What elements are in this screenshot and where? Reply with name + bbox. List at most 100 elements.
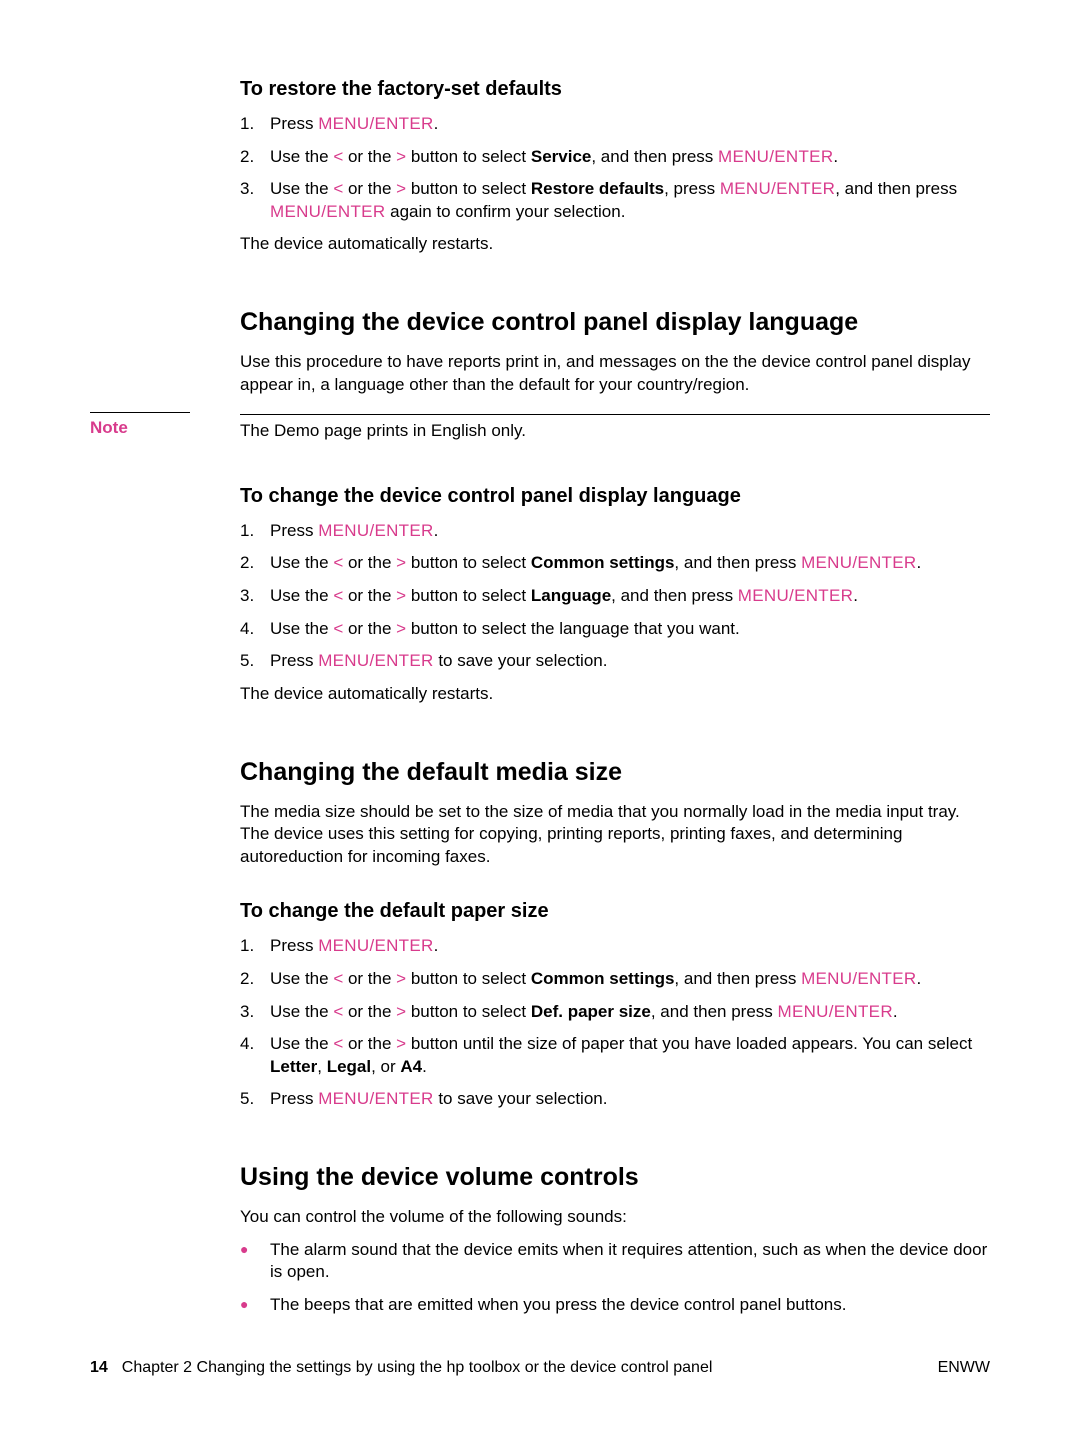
- text: .: [916, 553, 921, 572]
- text-bold: A4: [400, 1057, 422, 1076]
- menu-enter-key: MENU/ENTER: [801, 553, 916, 572]
- text: Use the: [270, 969, 333, 988]
- list-item: Use the < or the > button until the size…: [240, 1033, 990, 1078]
- menu-enter-key: MENU/ENTER: [801, 969, 916, 988]
- text: , or: [371, 1057, 400, 1076]
- text: , and then press: [674, 969, 801, 988]
- list-item: Use the < or the > button to select Lang…: [240, 585, 990, 608]
- text: Use the: [270, 1002, 333, 1021]
- menu-enter-key: MENU/ENTER: [718, 147, 833, 166]
- text: or the: [343, 147, 396, 166]
- text: button to select: [406, 586, 531, 605]
- paragraph: The device automatically restarts.: [240, 683, 990, 706]
- text: Use the: [270, 619, 333, 638]
- menu-enter-key: MENU/ENTER: [720, 179, 835, 198]
- text-bold: Common settings: [531, 969, 675, 988]
- text: or the: [343, 586, 396, 605]
- note-text: The Demo page prints in English only.: [240, 414, 990, 443]
- chapter-label: Chapter 2 Changing the settings by using…: [122, 1359, 713, 1377]
- menu-enter-key: MENU/ENTER: [318, 521, 433, 540]
- text: or the: [343, 969, 396, 988]
- heading-volume-controls: Using the device volume controls: [240, 1163, 990, 1192]
- menu-enter-key: MENU/ENTER: [778, 1002, 893, 1021]
- text: Press: [270, 521, 318, 540]
- text: or the: [343, 179, 396, 198]
- footer-right: ENWW: [938, 1359, 990, 1377]
- text: .: [916, 969, 921, 988]
- list-item: Use the < or the > button to select Rest…: [240, 178, 990, 223]
- right-arrow-key: >: [396, 1002, 406, 1021]
- text: button to select: [406, 147, 531, 166]
- text: or the: [343, 619, 396, 638]
- text: button to select the language that you w…: [406, 619, 740, 638]
- text: button to select: [406, 179, 531, 198]
- list-change-paper-size: Press MENU/ENTER. Use the < or the > but…: [240, 935, 990, 1111]
- menu-enter-key: MENU/ENTER: [318, 114, 433, 133]
- text: to save your selection.: [434, 651, 608, 670]
- text: ,: [317, 1057, 326, 1076]
- text-bold: Service: [531, 147, 592, 166]
- page-footer: 14 Chapter 2 Changing the settings by us…: [90, 1359, 990, 1377]
- text-bold: Language: [531, 586, 611, 605]
- text: .: [853, 586, 858, 605]
- text: again to confirm your selection.: [385, 202, 625, 221]
- heading-to-change-language: To change the device control panel displ…: [240, 485, 990, 508]
- heading-change-media-size: Changing the default media size: [240, 758, 990, 787]
- text: , press: [664, 179, 720, 198]
- right-arrow-key: >: [396, 553, 406, 572]
- list-item: Use the < or the > button to select Comm…: [240, 968, 990, 991]
- text: , and then press: [651, 1002, 778, 1021]
- text: Press: [270, 936, 318, 955]
- page-container: To restore the factory-set defaults Pres…: [0, 0, 1080, 1386]
- text: or the: [343, 553, 396, 572]
- list-item: Press MENU/ENTER.: [240, 520, 990, 543]
- left-arrow-key: <: [333, 147, 343, 166]
- list-restore-defaults: Press MENU/ENTER. Use the < or the > but…: [240, 113, 990, 223]
- text-bold: Letter: [270, 1057, 317, 1076]
- left-arrow-key: <: [333, 1034, 343, 1053]
- left-arrow-key: <: [333, 619, 343, 638]
- left-arrow-key: <: [333, 1002, 343, 1021]
- text: button to select: [406, 969, 531, 988]
- text: , and then press: [674, 553, 801, 572]
- text: or the: [343, 1034, 396, 1053]
- list-item: Use the < or the > button to select Def.…: [240, 1001, 990, 1024]
- list-item: Use the < or the > button to select Comm…: [240, 552, 990, 575]
- paragraph: The media size should be set to the size…: [240, 801, 990, 869]
- text: , and then press: [591, 147, 718, 166]
- text: Use the: [270, 586, 333, 605]
- right-arrow-key: >: [396, 1034, 406, 1053]
- page-number: 14: [90, 1359, 108, 1377]
- text: Press: [270, 1089, 318, 1108]
- paragraph: You can control the volume of the follow…: [240, 1206, 990, 1229]
- text-bold: Def. paper size: [531, 1002, 651, 1021]
- left-arrow-key: <: [333, 586, 343, 605]
- text-bold: Restore defaults: [531, 179, 664, 198]
- text: button to select: [406, 553, 531, 572]
- list-volume-sounds: The alarm sound that the device emits wh…: [240, 1239, 990, 1317]
- text-bold: Legal: [327, 1057, 371, 1076]
- heading-change-display-language: Changing the device control panel displa…: [240, 308, 990, 337]
- text: , and then press: [611, 586, 738, 605]
- text: Use the: [270, 553, 333, 572]
- list-change-language: Press MENU/ENTER. Use the < or the > but…: [240, 520, 990, 673]
- text: .: [833, 147, 838, 166]
- text: .: [434, 936, 439, 955]
- text: Press: [270, 114, 318, 133]
- text: .: [422, 1057, 427, 1076]
- text: .: [434, 521, 439, 540]
- right-arrow-key: >: [396, 147, 406, 166]
- text: to save your selection.: [434, 1089, 608, 1108]
- list-item: Press MENU/ENTER to save your selection.: [240, 650, 990, 673]
- content-column: To restore the factory-set defaults Pres…: [240, 78, 990, 1316]
- text: .: [893, 1002, 898, 1021]
- left-arrow-key: <: [333, 179, 343, 198]
- list-item: Press MENU/ENTER.: [240, 113, 990, 136]
- menu-enter-key: MENU/ENTER: [318, 936, 433, 955]
- heading-restore-defaults: To restore the factory-set defaults: [240, 78, 990, 101]
- list-item: Use the < or the > button to select the …: [240, 618, 990, 641]
- menu-enter-key: MENU/ENTER: [270, 202, 385, 221]
- list-item: Use the < or the > button to select Serv…: [240, 146, 990, 169]
- text: Use the: [270, 179, 333, 198]
- paragraph: Use this procedure to have reports print…: [240, 351, 990, 396]
